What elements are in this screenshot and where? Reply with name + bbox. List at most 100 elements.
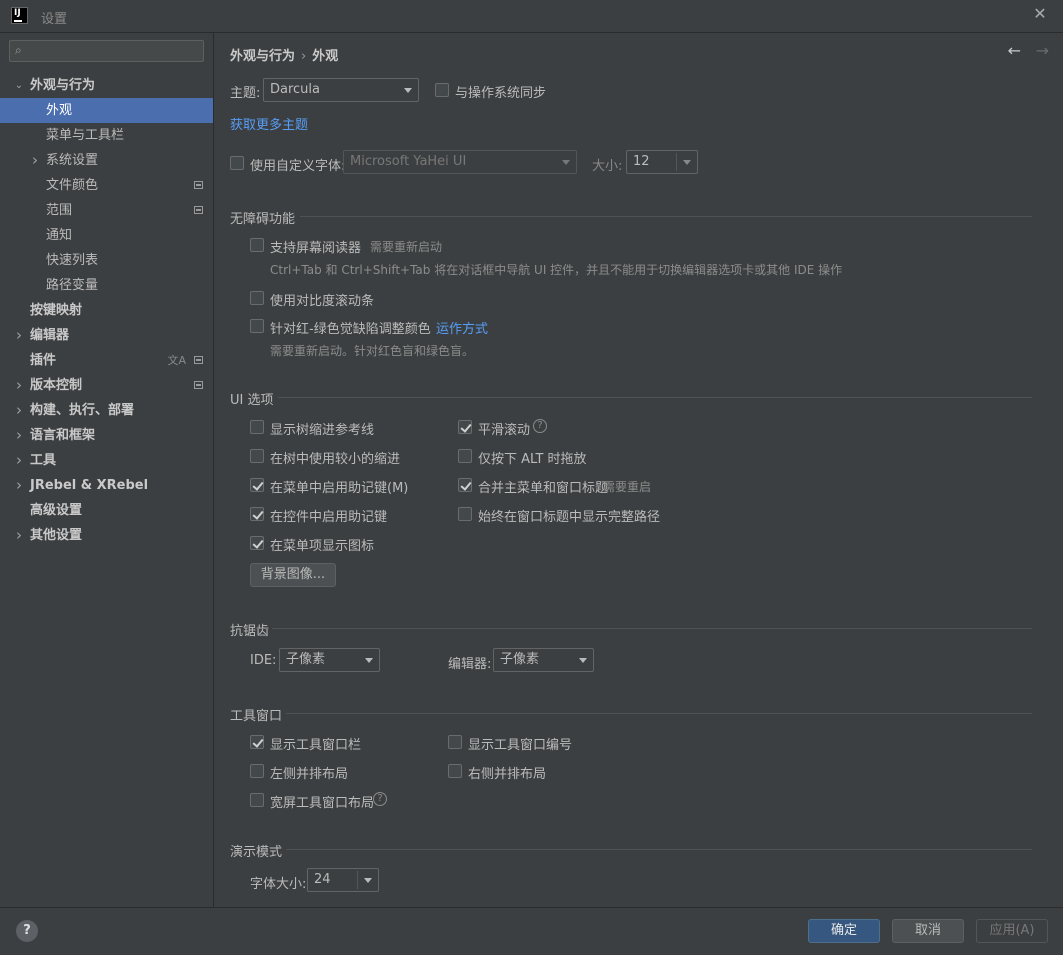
- appearance-panel: 外观与行为 › 外观 ← → 主题: Darcula 与操作系统同步 获取更多主题 …: [214, 33, 1063, 907]
- sidebar-item[interactable]: 高级设置: [0, 498, 213, 523]
- sidebar-item[interactable]: › 编辑器: [0, 323, 213, 348]
- contrast-scrollbars-checkbox[interactable]: [250, 291, 264, 305]
- back-arrow-icon[interactable]: ←: [1008, 41, 1021, 60]
- color-blind-label: 针对红-绿色觉缺陷调整颜色: [270, 322, 431, 337]
- font-size-combo[interactable]: 12: [626, 150, 698, 174]
- sidebar-item[interactable]: 按键映射: [0, 298, 213, 323]
- sync-os-checkbox[interactable]: [435, 83, 449, 97]
- sidebar-item-label: 版本控制: [30, 378, 83, 393]
- alt-drag-label: 仅按下 ALT 时拖放: [478, 452, 587, 467]
- chevron-right-icon[interactable]: ›: [14, 323, 24, 348]
- chevron-right-icon[interactable]: ›: [14, 473, 24, 498]
- chevron-right-icon[interactable]: ›: [14, 448, 24, 473]
- sidebar-item-label: 外观: [46, 103, 73, 118]
- section-divider: [300, 216, 1032, 217]
- sidebar-item-label: 菜单与工具栏: [46, 128, 125, 143]
- sidebar-item-label: 编辑器: [30, 328, 70, 343]
- color-blind-checkbox[interactable]: [250, 319, 264, 333]
- show-tool-bar-label: 显示工具窗口栏: [270, 738, 362, 753]
- sidebar-item[interactable]: › 工具: [0, 448, 213, 473]
- menu-mnemonics-checkbox[interactable]: [250, 478, 264, 492]
- show-tool-numbers-checkbox[interactable]: [448, 735, 462, 749]
- presentation-section-title: 演示模式: [230, 845, 283, 860]
- presentation-font-size-combo[interactable]: 24: [307, 868, 379, 892]
- sidebar-item[interactable]: 外观: [0, 98, 213, 123]
- forward-arrow-icon[interactable]: →: [1036, 41, 1049, 60]
- project-level-icon: [194, 381, 203, 389]
- screen-reader-checkbox[interactable]: [250, 238, 264, 252]
- smooth-scroll-checkbox[interactable]: [458, 420, 472, 434]
- sidebar-item[interactable]: 文件颜色: [0, 173, 213, 198]
- sidebar-item[interactable]: 通知: [0, 223, 213, 248]
- section-divider: [286, 713, 1032, 714]
- background-image-button[interactable]: 背景图像...: [250, 563, 336, 587]
- contrast-scrollbars-label: 使用对比度滚动条: [270, 294, 375, 309]
- presentation-font-size-label: 字体大小:: [250, 877, 307, 892]
- chevron-right-icon[interactable]: ›: [14, 398, 24, 423]
- chevron-right-icon[interactable]: ›: [14, 373, 24, 398]
- sidebar-item[interactable]: 范围: [0, 198, 213, 223]
- right-layout-label: 右侧并排布局: [468, 767, 547, 782]
- sidebar-item[interactable]: › 版本控制: [0, 373, 213, 398]
- right-layout-checkbox[interactable]: [448, 764, 462, 778]
- search-icon: ⌕: [15, 43, 22, 57]
- alt-drag-checkbox[interactable]: [458, 449, 472, 463]
- help-icon[interactable]: ?: [533, 419, 547, 433]
- theme-select[interactable]: Darcula: [263, 78, 419, 102]
- how-it-works-link[interactable]: 运作方式: [436, 318, 488, 337]
- chevron-right-icon[interactable]: ›: [30, 148, 40, 173]
- chevron-down-icon[interactable]: ⌄: [14, 73, 24, 98]
- title-bar: IJ 设置 ✕: [0, 0, 1063, 33]
- screen-reader-label: 支持屏幕阅读器: [270, 241, 362, 256]
- settings-sidebar: ⌕ ⌄ 外观与行为外观菜单与工具栏 › 系统设置文件颜色范围通知 快速列表 路径变量 按键映…: [0, 33, 214, 907]
- smaller-indent-label: 在树中使用较小的缩进: [270, 452, 401, 467]
- theme-label: 主题:: [230, 86, 261, 101]
- ide-aa-select[interactable]: 子像素: [279, 648, 380, 672]
- ok-button[interactable]: 确定: [808, 919, 880, 943]
- editor-aa-select[interactable]: 子像素: [493, 648, 594, 672]
- breadcrumb-parent[interactable]: 外观与行为: [230, 49, 295, 64]
- sidebar-item[interactable]: › 语言和框架: [0, 423, 213, 448]
- cancel-button[interactable]: 取消: [892, 919, 964, 943]
- sidebar-item-label: 文件颜色: [46, 178, 99, 193]
- show-tool-bar-checkbox[interactable]: [250, 735, 264, 749]
- sidebar-item[interactable]: › 构建、执行、部署: [0, 398, 213, 423]
- sidebar-item[interactable]: 插件 文A: [0, 348, 213, 373]
- chevron-right-icon[interactable]: ›: [14, 423, 24, 448]
- sidebar-item[interactable]: 路径变量: [0, 273, 213, 298]
- presentation-font-size-value: 24: [314, 872, 331, 887]
- sidebar-item[interactable]: 快速列表: [0, 248, 213, 273]
- breadcrumb: 外观与行为 › 外观: [230, 45, 338, 64]
- sidebar-item[interactable]: › 其他设置: [0, 523, 213, 548]
- tree-guides-label: 显示树缩进参考线: [270, 423, 375, 438]
- help-icon[interactable]: ?: [373, 792, 387, 806]
- close-icon[interactable]: ✕: [1031, 5, 1049, 23]
- translate-icon: 文A: [167, 354, 186, 367]
- sidebar-item-label: 其他设置: [30, 528, 83, 543]
- left-layout-checkbox[interactable]: [250, 764, 264, 778]
- sidebar-item[interactable]: 菜单与工具栏: [0, 123, 213, 148]
- settings-search-input[interactable]: ⌕: [9, 40, 204, 62]
- full-path-checkbox[interactable]: [458, 507, 472, 521]
- font-family-select[interactable]: Microsoft YaHei UI: [343, 150, 577, 174]
- apply-button[interactable]: 应用(A): [976, 919, 1048, 943]
- menu-icons-checkbox[interactable]: [250, 536, 264, 550]
- wide-layout-checkbox[interactable]: [250, 793, 264, 807]
- smaller-indent-checkbox[interactable]: [250, 449, 264, 463]
- sidebar-item-label: 范围: [46, 203, 73, 218]
- control-mnemonics-checkbox[interactable]: [250, 507, 264, 521]
- custom-font-checkbox[interactable]: [230, 156, 244, 170]
- breadcrumb-separator: ›: [301, 49, 307, 64]
- sidebar-item[interactable]: › JRebel & XRebel: [0, 473, 213, 498]
- get-more-themes-link[interactable]: 获取更多主题: [230, 114, 308, 133]
- merge-menu-hint: 需要重启: [603, 480, 652, 494]
- sidebar-item[interactable]: ⌄ 外观与行为: [0, 73, 213, 98]
- sidebar-item-label: 系统设置: [46, 153, 99, 168]
- tree-guides-checkbox[interactable]: [250, 420, 264, 434]
- merge-menu-checkbox[interactable]: [458, 478, 472, 492]
- help-icon[interactable]: ?: [16, 920, 38, 942]
- font-size-label: 大小:: [592, 159, 623, 174]
- sidebar-item[interactable]: › 系统设置: [0, 148, 213, 173]
- chevron-down-icon: [683, 160, 691, 165]
- chevron-right-icon[interactable]: ›: [14, 523, 24, 548]
